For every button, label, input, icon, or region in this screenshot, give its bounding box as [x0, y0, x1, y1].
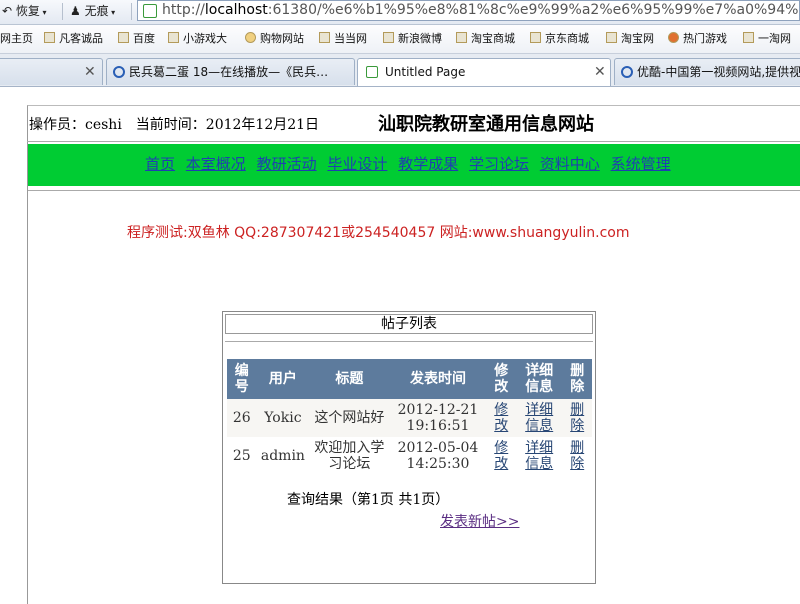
- table-row: 25 admin 欢迎加入学习论坛 2012-05-04 14:25:30 修改…: [227, 437, 592, 475]
- cart-icon: [245, 32, 256, 43]
- nav-admin[interactable]: 系统管理: [611, 155, 671, 173]
- pager-status: 查询结果（第1页 共1页）: [287, 492, 450, 508]
- edit-link[interactable]: 修改: [494, 440, 508, 472]
- page-icon: [743, 32, 754, 43]
- bookmark-item[interactable]: 淘宝商城: [456, 32, 515, 46]
- site-header: 操作员：ceshi 当前时间：2012年12月21日 汕职院教研室通用信息网站: [29, 109, 799, 139]
- bookmark-item[interactable]: 网主页: [0, 32, 33, 46]
- tab-militia-video[interactable]: 民兵葛二蛋 18—在线播放—《民兵…: [106, 58, 355, 85]
- nav-achievements[interactable]: 教学成果: [398, 155, 458, 173]
- nav-forum[interactable]: 学习论坛: [469, 155, 529, 173]
- tester-info: 程序测试:双鱼林 QQ:287307421或254540457 网站:www.s…: [127, 225, 630, 241]
- page-icon: [168, 32, 179, 43]
- col-header: 用户: [256, 359, 310, 399]
- main-nav: 首页 本室概况 教研活动 毕业设计 教学成果 学习论坛 资料中心 系统管理: [28, 144, 800, 186]
- post-time: 2012-05-04 14:25:30: [389, 437, 487, 475]
- post-id: 25: [227, 437, 257, 475]
- delete-link[interactable]: 删除: [570, 440, 584, 472]
- edit-link[interactable]: 修改: [494, 402, 508, 434]
- bookmark-item[interactable]: 购物网站: [245, 32, 304, 46]
- page-content: 操作员：ceshi 当前时间：2012年12月21日 汕职院教研室通用信息网站 …: [0, 87, 800, 604]
- col-header: 删除: [562, 359, 592, 399]
- operator-info: 操作员：ceshi 当前时间：2012年12月21日: [29, 117, 320, 133]
- nav-resources[interactable]: 资料中心: [540, 155, 600, 173]
- page-icon: [118, 32, 129, 43]
- page-icon: [530, 32, 541, 43]
- bookmark-item[interactable]: 淘宝网: [606, 32, 654, 46]
- bookmark-item[interactable]: 凡客诚品: [44, 32, 103, 46]
- header-divider: [27, 141, 800, 142]
- incognito-button[interactable]: ♟ 无痕 ▾: [70, 2, 115, 21]
- post-time: 2012-12-21 19:16:51: [389, 399, 487, 437]
- post-user: admin: [256, 437, 310, 475]
- tab-left-partial[interactable]: ✕: [0, 58, 103, 85]
- incognito-icon: ♟: [70, 4, 81, 18]
- game-icon: [668, 32, 679, 43]
- col-header: 编号: [227, 359, 257, 399]
- bookmark-item[interactable]: 百度: [118, 32, 155, 46]
- panel-divider: [225, 341, 593, 342]
- col-header: 修改: [486, 359, 516, 399]
- bookmark-item[interactable]: 小游戏大: [168, 32, 227, 46]
- page-icon: [456, 32, 467, 43]
- bookmark-item[interactable]: 一淘网: [743, 32, 791, 46]
- nav-home[interactable]: 首页: [145, 155, 175, 173]
- panel-title: 帖子列表: [225, 314, 593, 334]
- chevron-down-icon: ▾: [39, 8, 47, 17]
- nav-overview[interactable]: 本室概况: [186, 155, 246, 173]
- close-icon[interactable]: ✕: [84, 59, 96, 85]
- bookmark-item[interactable]: 京东商城: [530, 32, 589, 46]
- nav-graduation-design[interactable]: 毕业设计: [327, 155, 387, 173]
- page-icon: [606, 32, 617, 43]
- toolbar-divider: [131, 3, 132, 20]
- table-header-row: 编号 用户 标题 发表时间 修改 详细信息 删除: [227, 359, 592, 399]
- toolbar-divider: [62, 3, 63, 20]
- new-post-link[interactable]: 发表新帖>>: [440, 511, 519, 531]
- bookmark-item[interactable]: 当当网: [319, 32, 367, 46]
- nav-divider: [28, 190, 800, 191]
- tab-strip: ✕ 民兵葛二蛋 18—在线播放—《民兵… Untitled Page ✕ 优酷-…: [0, 54, 800, 87]
- post-id: 26: [227, 399, 257, 437]
- col-header: 详细信息: [516, 359, 563, 399]
- nav-activities[interactable]: 教研活动: [257, 155, 317, 173]
- bookmark-item[interactable]: 新浪微博: [383, 32, 442, 46]
- delete-link[interactable]: 删除: [570, 402, 584, 434]
- page-icon: [44, 32, 55, 43]
- chevron-down-icon: ▾: [108, 8, 116, 17]
- post-user: Yokic: [256, 399, 310, 437]
- post-list-panel: 帖子列表 编号 用户 标题 发表时间 修改 详细信息 删除 26 Yokic 这…: [222, 311, 596, 584]
- bookmarks-bar: 网主页 凡客诚品 百度 小游戏大 购物网站 当当网 新浪微博 淘宝商城 京东商城…: [0, 25, 800, 54]
- page-icon: [383, 32, 394, 43]
- col-header: 标题: [309, 359, 390, 399]
- undo-icon: ↶: [2, 4, 13, 18]
- close-icon[interactable]: ✕: [594, 59, 606, 85]
- browser-icon: [621, 66, 633, 78]
- page-icon: [366, 66, 378, 78]
- posts-table: 编号 用户 标题 发表时间 修改 详细信息 删除 26 Yokic 这个网站好 …: [227, 359, 592, 475]
- restore-button[interactable]: ↶ 恢复 ▾: [2, 2, 46, 21]
- post-subject: 这个网站好: [309, 399, 390, 437]
- tab-youku[interactable]: 优酷-中国第一视频网站,提供视…: [614, 58, 800, 85]
- page-icon: [319, 32, 330, 43]
- browser-toolbar: ↶ 恢复 ▾ ♟ 无痕 ▾ http://localhost:61380/%e6…: [0, 0, 800, 25]
- post-subject: 欢迎加入学习论坛: [309, 437, 390, 475]
- address-bar[interactable]: http://localhost:61380/%e6%b1%95%e8%81%8…: [137, 0, 800, 21]
- tab-untitled-page[interactable]: Untitled Page ✕: [357, 58, 611, 86]
- detail-link[interactable]: 详细信息: [525, 440, 553, 472]
- col-header: 发表时间: [389, 359, 487, 399]
- page-icon: [143, 4, 157, 18]
- bookmark-item[interactable]: 热门游戏: [668, 32, 727, 46]
- browser-icon: [113, 66, 125, 78]
- table-row: 26 Yokic 这个网站好 2012-12-21 19:16:51 修改 详细…: [227, 399, 592, 437]
- site-title: 汕职院教研室通用信息网站: [378, 114, 594, 135]
- detail-link[interactable]: 详细信息: [525, 402, 553, 434]
